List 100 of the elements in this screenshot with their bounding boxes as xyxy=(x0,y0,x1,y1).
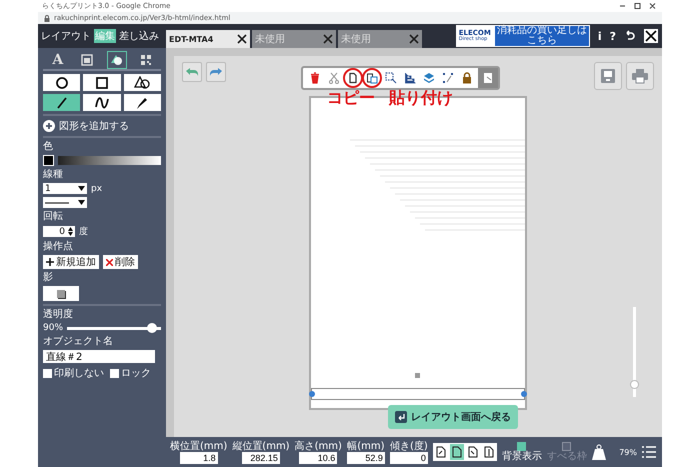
solid-line-icon xyxy=(45,200,69,204)
square-shape-button[interactable] xyxy=(83,74,121,91)
field-label: 線種 xyxy=(43,169,64,180)
rotate-handle[interactable] xyxy=(415,373,420,378)
tab-label: EDT-MTA4 xyxy=(169,34,214,44)
caret-icon xyxy=(78,186,85,191)
banner-text: こちら xyxy=(526,36,557,46)
checkbox-label: ロック xyxy=(121,367,151,380)
checkbox-label: 背景表示 xyxy=(502,452,542,462)
checkbox-label: 印刷しない xyxy=(54,366,104,380)
unit-label: 度 xyxy=(79,226,88,238)
caret-icon xyxy=(78,200,85,205)
number-field[interactable]: 52.9 xyxy=(346,452,385,464)
object-name-field[interactable]: 直線＃2 xyxy=(43,350,155,363)
return-icon[interactable] xyxy=(624,30,636,42)
number-field[interactable]: 1.8 xyxy=(180,452,218,464)
rotate-right-button[interactable] xyxy=(466,444,480,460)
checkbox[interactable] xyxy=(43,368,52,378)
window-controls-icon[interactable] xyxy=(618,2,658,10)
flip-button[interactable] xyxy=(482,444,496,460)
checkbox[interactable] xyxy=(517,442,526,451)
redo-button[interactable] xyxy=(206,62,226,82)
curve-shape-button[interactable] xyxy=(83,94,121,111)
back-to-layout-button[interactable]: レイアウト画面へ戻る xyxy=(388,405,518,429)
color-gradient-bar[interactable] xyxy=(58,156,161,165)
shapes-shape-button[interactable] xyxy=(124,74,161,91)
field-label: 縦位置(mm) xyxy=(232,440,290,452)
number-field[interactable]: 282.15 xyxy=(242,452,280,464)
add-shape-button[interactable]: 図形を追加する xyxy=(43,119,161,133)
field-label: 影 xyxy=(43,272,54,283)
field-label: 操作点 xyxy=(43,241,74,252)
line-style-dropdown[interactable] xyxy=(43,197,87,208)
tab-label: 未使用 xyxy=(255,32,285,46)
rotate-left-button[interactable] xyxy=(434,444,448,460)
field-label: オブジェクト名 xyxy=(43,336,114,347)
delete-point-button[interactable]: 削除 xyxy=(103,255,138,269)
page-icon xyxy=(468,446,478,458)
zoom-slider-track[interactable] xyxy=(633,307,636,397)
zoom-slider-thumb[interactable] xyxy=(630,380,639,388)
lock-icon xyxy=(44,14,50,22)
page-icon xyxy=(436,446,446,458)
unit-label: px xyxy=(91,184,102,194)
portrait-button[interactable] xyxy=(450,444,464,460)
save-button[interactable] xyxy=(594,62,622,90)
checkbox[interactable] xyxy=(110,368,119,378)
square-icon xyxy=(94,76,110,90)
curve-icon xyxy=(94,96,110,110)
line-width-dropdown[interactable]: 1 xyxy=(43,183,87,194)
text-tool-tab[interactable]: A xyxy=(48,52,67,68)
list-icon[interactable] xyxy=(642,446,656,458)
checkbox-label: すべる枠 xyxy=(546,452,587,462)
pen-shape-button[interactable] xyxy=(124,94,161,111)
annotation-text: 貼り付け xyxy=(389,88,453,109)
number-field[interactable]: 0 xyxy=(390,452,428,464)
plus-icon xyxy=(46,258,54,266)
close-icon[interactable] xyxy=(644,29,658,43)
return-arrow-icon xyxy=(395,411,407,423)
undo-icon xyxy=(185,67,199,77)
add-point-button[interactable]: 新規追加 xyxy=(43,255,99,269)
paste-icon[interactable] xyxy=(364,70,380,86)
field-label: 色 xyxy=(43,141,54,152)
page-icon xyxy=(452,446,462,458)
select-icon[interactable] xyxy=(382,70,398,86)
header-button[interactable]: i xyxy=(598,30,602,42)
cross-icon xyxy=(106,258,113,266)
field-label: 傾き(度) xyxy=(390,440,428,452)
color-swatch[interactable] xyxy=(43,155,54,166)
page-icon xyxy=(484,446,494,458)
rotation-spinner[interactable]: 0 xyxy=(43,226,75,237)
shadow-button[interactable] xyxy=(43,286,79,301)
circle-icon xyxy=(54,76,70,90)
annotation-text: コピー xyxy=(327,88,375,109)
circle-shape-button[interactable] xyxy=(43,74,80,91)
print-button[interactable] xyxy=(626,62,654,90)
copy-icon[interactable] xyxy=(344,70,360,86)
mode-tab[interactable]: レイアウト xyxy=(40,29,92,43)
redo-icon xyxy=(209,67,223,77)
header-button[interactable]: ? xyxy=(610,30,616,42)
resize-handle[interactable] xyxy=(521,391,527,397)
opacity-reading: 90% xyxy=(43,323,64,333)
number-field[interactable]: 10.6 xyxy=(299,452,338,464)
plus-icon xyxy=(43,120,55,132)
line-shape-button[interactable] xyxy=(43,94,80,111)
zoom-reading: 79% xyxy=(619,448,637,456)
field-label: 横位置(mm) xyxy=(170,440,228,452)
shapes-icon xyxy=(134,76,150,90)
field-label: 回転 xyxy=(43,211,64,222)
shape-icon[interactable] xyxy=(108,52,126,68)
field-label: 幅(mm) xyxy=(347,440,385,452)
opacity-slider-thumb[interactable] xyxy=(146,322,157,332)
weight-icon[interactable] xyxy=(592,444,606,460)
mode-tab[interactable]: 差し込み xyxy=(118,29,160,43)
document-tab[interactable]: EDT-MTA4 xyxy=(166,30,250,48)
toggle-icon[interactable] xyxy=(478,68,498,88)
spinner-arrows-icon xyxy=(68,227,73,236)
close-icon[interactable] xyxy=(237,34,247,44)
field-label: 高さ(mm) xyxy=(294,440,342,452)
resize-handle[interactable] xyxy=(309,391,315,397)
tab-label: 未使用 xyxy=(341,32,371,46)
printer-icon xyxy=(631,68,649,84)
